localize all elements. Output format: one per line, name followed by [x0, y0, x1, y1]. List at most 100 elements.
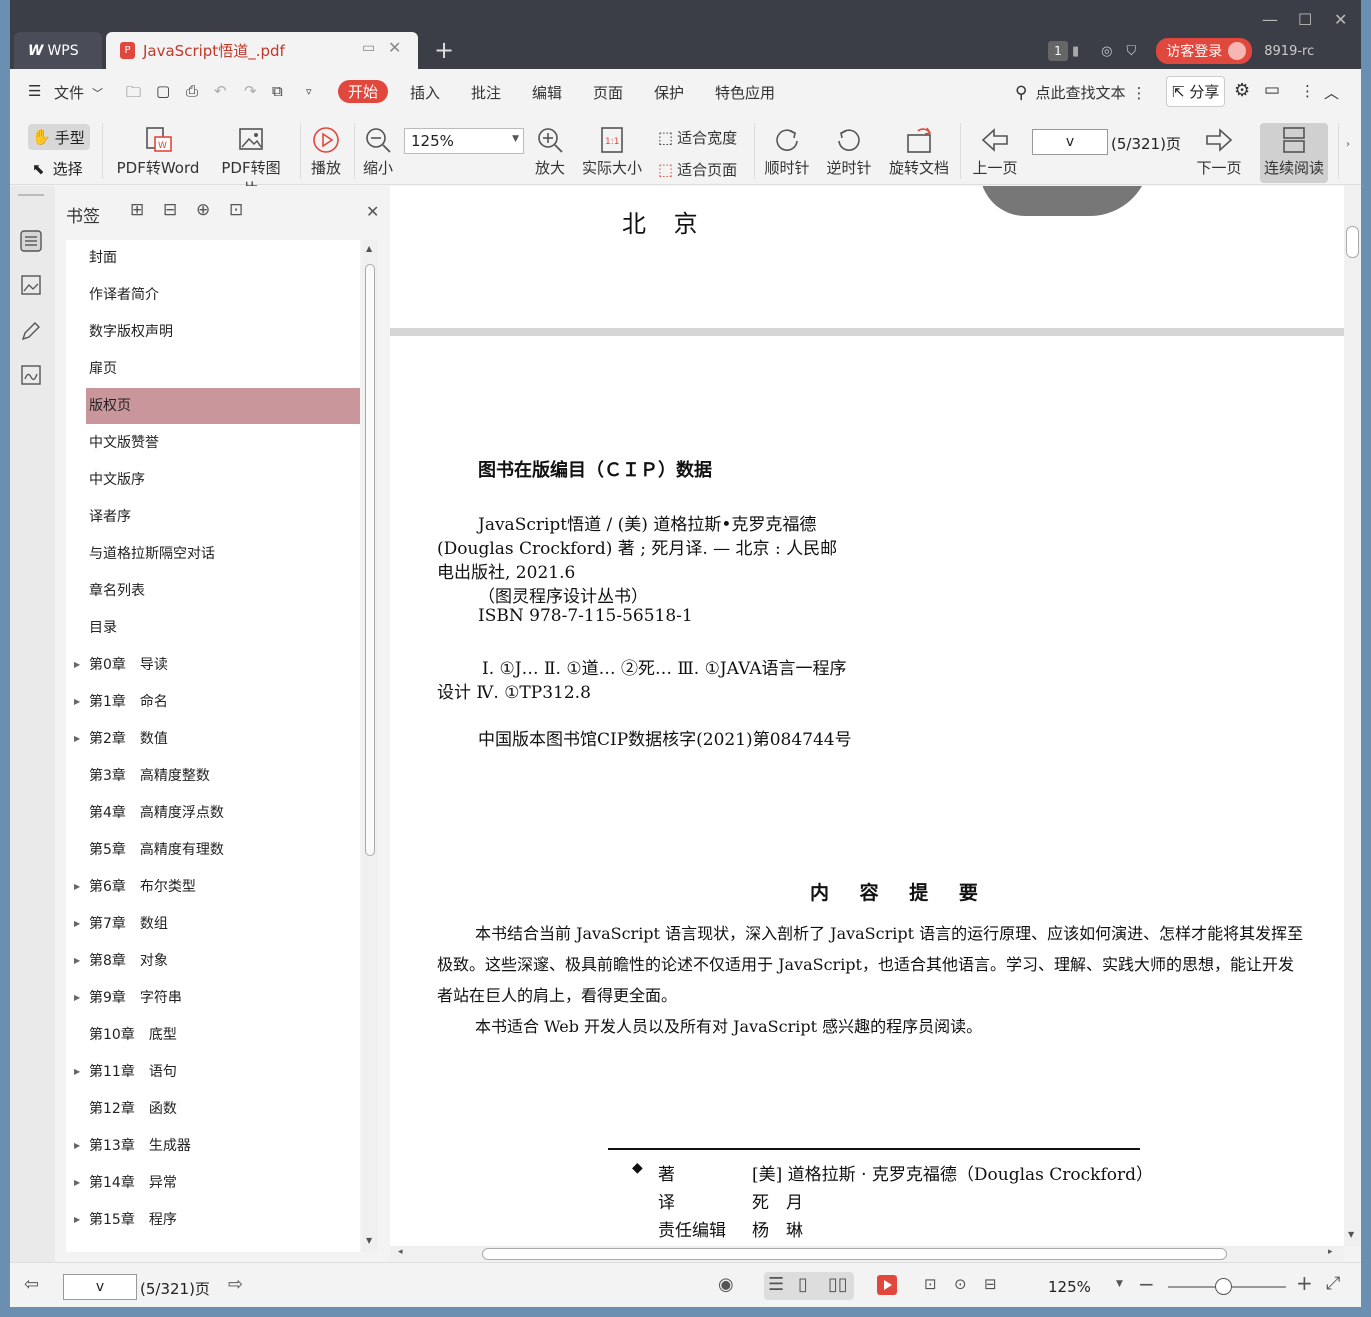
pin-tab-icon[interactable]: ▭	[362, 40, 375, 56]
bookmark-item[interactable]: 数字版权声明	[86, 314, 360, 350]
bookmark-item[interactable]: 版权页	[86, 388, 360, 424]
tab-document[interactable]: P JavaScript悟道_.pdf ▭ ✕	[106, 32, 418, 69]
page-number-input[interactable]: v	[1032, 129, 1108, 155]
continuous-view-icon[interactable]: ☰	[768, 1274, 784, 1295]
print-icon[interactable]: ⎙	[186, 82, 198, 100]
menu-file[interactable]: 文件	[54, 82, 84, 103]
menu-insert[interactable]: 插入	[410, 82, 440, 103]
fullscreen-icon[interactable]: ⤢	[1326, 1273, 1340, 1294]
bookmark-item[interactable]: 第12章 函数	[86, 1091, 360, 1127]
add-bookmark-icon[interactable]: ⊕	[196, 200, 210, 220]
save-icon[interactable]: ▢	[156, 82, 170, 100]
menu-page[interactable]: 页面	[593, 82, 623, 103]
menu-edit[interactable]: 编辑	[532, 82, 562, 103]
close-panel-icon[interactable]: ✕	[366, 202, 379, 221]
scroll-down-icon[interactable]: ▼	[366, 1236, 372, 1245]
expand-arrow-icon[interactable]: ▶	[74, 1165, 80, 1201]
expand-arrow-icon[interactable]: ▶	[74, 980, 80, 1016]
close-tab-icon[interactable]: ✕	[388, 38, 401, 57]
pdf-to-word-button[interactable]: W PDF转Word	[114, 125, 202, 178]
rotate-clockwise-button[interactable]: 顺时针	[762, 125, 812, 178]
bookmark-item[interactable]: 章名列表	[86, 573, 360, 609]
expand-arrow-icon[interactable]: ▶	[74, 943, 80, 979]
more-vertical-icon[interactable]: ⋮	[1131, 84, 1146, 102]
play-button[interactable]: 播放	[308, 125, 344, 178]
zoom-out-button[interactable]: 缩小	[360, 125, 396, 178]
more-menu-icon[interactable]: ⋮	[1300, 82, 1315, 100]
bookmark-item[interactable]: ▶ 第1章 命名	[74, 684, 360, 720]
actual-size-status-icon[interactable]: ⊡	[924, 1275, 937, 1293]
cloud-sync-icon[interactable]: ◎	[1101, 44, 1112, 59]
window-count-badge[interactable]: 1	[1048, 41, 1068, 61]
document-vertical-thumb[interactable]	[1346, 226, 1359, 258]
share-button[interactable]: ⇱ 分享	[1166, 76, 1226, 107]
find-text-box[interactable]: ⚲ 点此查找文本 ⋮	[1015, 82, 1146, 103]
expand-all-icon[interactable]: ⊞	[130, 200, 144, 220]
bookmark-item[interactable]: 与道格拉斯隔空对话	[86, 536, 360, 572]
bookmark-item[interactable]: 作译者简介	[86, 277, 360, 313]
bookmark-item[interactable]: 第5章 高精度有理数	[86, 832, 360, 868]
bookmark-scroll-thumb[interactable]	[365, 264, 375, 856]
bookmark-item[interactable]: ▶ 第6章 布尔类型	[74, 869, 360, 905]
document-horizontal-thumb[interactable]	[482, 1248, 1227, 1260]
bookmark-list-icon[interactable]	[20, 230, 42, 252]
menu-special[interactable]: 特色应用	[715, 82, 775, 103]
status-next-page-icon[interactable]: ⇨	[228, 1274, 243, 1295]
file-dropdown-icon[interactable]: ﹀	[92, 85, 103, 101]
close-window-icon[interactable]: ✕	[1334, 10, 1347, 29]
expand-arrow-icon[interactable]: ▶	[74, 647, 80, 683]
play-slideshow-icon[interactable]	[876, 1274, 898, 1296]
bookmark-item[interactable]: ▶ 第13章 生成器	[74, 1128, 360, 1164]
scroll-right-icon[interactable]: ▸	[1328, 1247, 1333, 1257]
bookmark-item[interactable]: 中文版序	[86, 462, 360, 498]
bookmark-item[interactable]: 第10章 底型	[86, 1017, 360, 1053]
collapse-all-icon[interactable]: ⊟	[163, 200, 177, 220]
status-prev-page-icon[interactable]: ⇦	[24, 1274, 39, 1295]
tab-wps-home[interactable]: W WPS	[14, 32, 102, 69]
expand-arrow-icon[interactable]: ▶	[74, 684, 80, 720]
hamburger-icon[interactable]: ☰	[28, 82, 41, 100]
zoom-slider-knob[interactable]	[1215, 1278, 1232, 1295]
expand-arrow-icon[interactable]: ▶	[74, 1054, 80, 1090]
window-list-icon[interactable]: ▮	[1072, 44, 1079, 59]
single-page-view-icon[interactable]: ▯	[798, 1274, 808, 1295]
bookmark-item[interactable]: ▶ 第7章 数组	[74, 906, 360, 942]
new-tab-button[interactable]: +	[434, 38, 454, 62]
zoom-select[interactable]: 125% ▼	[404, 128, 524, 154]
bookmark-item[interactable]: ▶ 第2章 数值	[74, 721, 360, 757]
minimize-icon[interactable]: —	[1262, 10, 1278, 29]
bookmark-item[interactable]: 目录	[86, 610, 360, 646]
quick-access-dropdown-icon[interactable]: ▿	[306, 85, 312, 98]
zoom-minus-icon[interactable]: −	[1138, 1272, 1155, 1296]
bookmark-item[interactable]: 译者序	[86, 499, 360, 535]
document-vertical-scrollbar[interactable]: ▼	[1344, 186, 1361, 1246]
toolbar-scroll-right-icon[interactable]: ›	[1346, 139, 1350, 150]
eye-protection-icon[interactable]: ◉	[718, 1274, 734, 1295]
bookmark-options-icon[interactable]: ⊡	[229, 200, 243, 220]
actual-size-button[interactable]: 1:1 实际大小	[580, 125, 644, 178]
export-icon[interactable]: ⧉	[272, 82, 283, 100]
open-folder-icon[interactable]: 🗀	[126, 82, 141, 107]
double-page-view-icon[interactable]: ▯▯	[828, 1274, 848, 1295]
next-page-button[interactable]: 下一页	[1194, 125, 1244, 178]
hand-tool-button[interactable]: ✋ 手型	[28, 124, 90, 150]
bookmark-scrollbar[interactable]: ▲ ▼	[362, 240, 378, 1252]
annotation-pen-icon[interactable]	[20, 320, 42, 342]
zoom-plus-icon[interactable]: +	[1296, 1271, 1313, 1295]
bookmark-item[interactable]: 扉页	[86, 351, 360, 387]
bookmark-item[interactable]: ▶ 第8章 对象	[74, 943, 360, 979]
status-zoom-value[interactable]: 125%	[1048, 1278, 1091, 1296]
document-horizontal-scrollbar[interactable]: ◂ ▸	[390, 1246, 1344, 1262]
fit-width-button[interactable]: ⬚ 适合宽度	[658, 127, 737, 148]
zoom-in-button[interactable]: 放大	[532, 125, 568, 178]
bookmark-item[interactable]: ▶ 第0章 导读	[74, 647, 360, 683]
comment-icon[interactable]: ▭	[1264, 80, 1280, 100]
prev-page-button[interactable]: 上一页	[970, 125, 1020, 178]
undo-icon[interactable]: ↶	[214, 82, 227, 100]
redo-icon[interactable]: ↷	[244, 82, 257, 100]
skin-shirt-icon[interactable]: ⛉	[1127, 44, 1137, 59]
menu-protect[interactable]: 保护	[654, 82, 684, 103]
fit-width-status-icon[interactable]: ⊟	[984, 1275, 997, 1293]
bookmark-item[interactable]: 中文版赞誉	[86, 425, 360, 461]
status-page-input[interactable]: v	[63, 1274, 137, 1300]
